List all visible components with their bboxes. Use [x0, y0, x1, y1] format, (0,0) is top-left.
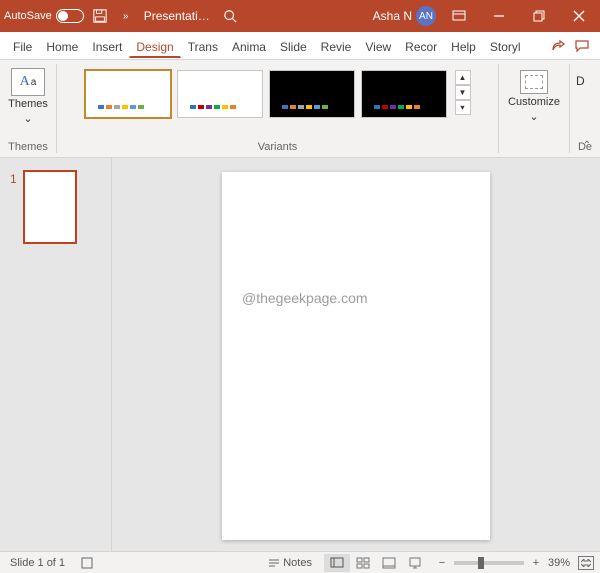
group-label-variants: Variants	[258, 141, 298, 155]
user-name-label: Asha N	[373, 9, 412, 23]
tab-file[interactable]: File	[6, 33, 39, 59]
restore-button[interactable]	[522, 0, 556, 32]
variant-scroll-up[interactable]: ▲	[455, 70, 471, 85]
tab-home[interactable]: Home	[39, 33, 85, 59]
variant-4[interactable]	[361, 70, 447, 118]
save-icon[interactable]	[90, 6, 110, 26]
tab-record[interactable]: Recor	[398, 33, 444, 59]
thumbnail-item[interactable]: 1	[10, 170, 111, 244]
toggle-off-icon	[56, 9, 84, 23]
minimize-button[interactable]	[482, 0, 516, 32]
watermark-text: @thegeekpage.com	[242, 290, 368, 306]
ribbon-display-options-icon[interactable]	[442, 0, 476, 32]
slide-number: 1	[10, 170, 17, 244]
collapse-ribbon-icon[interactable]: ⌃	[578, 137, 596, 153]
group-customize: Customize ⌄	[499, 60, 569, 157]
group-themes: Aa Themes ⌄ Themes	[0, 60, 56, 157]
autosave-label: AutoSave	[4, 10, 52, 22]
chevron-down-icon: ⌄	[529, 110, 538, 123]
notes-label: Notes	[283, 557, 312, 569]
variant-more[interactable]: ▾	[455, 100, 471, 115]
account-button[interactable]: Asha N AN	[373, 6, 436, 26]
zoom-out-button[interactable]: −	[436, 557, 448, 569]
chevron-down-icon: ⌄	[23, 112, 32, 125]
view-slideshow-icon[interactable]	[402, 554, 428, 572]
group-label-themes: Themes	[8, 141, 48, 155]
tab-design[interactable]: Design	[129, 33, 180, 58]
tab-insert[interactable]: Insert	[85, 33, 129, 59]
slide-canvas-area[interactable]: @thegeekpage.com	[112, 158, 600, 551]
variant-scroll: ▲ ▼ ▾	[455, 70, 471, 115]
share-icon[interactable]	[546, 34, 570, 58]
tab-animations[interactable]: Anima	[225, 33, 273, 59]
ribbon: Aa Themes ⌄ Themes ▲ ▼ ▾ V	[0, 60, 600, 158]
comments-icon[interactable]	[570, 34, 594, 58]
close-button[interactable]	[562, 0, 596, 32]
zoom-control: − + 39%	[436, 557, 570, 569]
zoom-slider[interactable]	[454, 561, 524, 565]
tab-transitions[interactable]: Trans	[181, 33, 225, 59]
slide-size-icon	[520, 70, 548, 94]
slide-counter-label: Slide 1 of 1	[10, 557, 65, 569]
tab-help[interactable]: Help	[444, 33, 483, 59]
notes-button[interactable]: Notes	[264, 555, 316, 571]
variant-3[interactable]	[269, 70, 355, 118]
zoom-percent[interactable]: 39%	[548, 557, 570, 569]
view-buttons	[324, 554, 428, 572]
autosave-toggle[interactable]: AutoSave	[4, 9, 84, 23]
avatar: AN	[416, 6, 436, 26]
search-icon[interactable]	[220, 6, 240, 26]
themes-button[interactable]: Aa Themes ⌄	[6, 64, 50, 132]
customize-label: Customize	[508, 96, 560, 108]
view-normal-icon[interactable]	[324, 554, 350, 572]
customize-button[interactable]: Customize ⌄	[505, 64, 563, 123]
variant-2[interactable]	[177, 70, 263, 118]
document-title: Presentati…	[144, 9, 210, 23]
view-sorter-icon[interactable]	[350, 554, 376, 572]
designer-button-trunc[interactable]: D	[576, 64, 594, 132]
qat-overflow-icon[interactable]: »	[116, 6, 136, 26]
fit-to-window-icon[interactable]	[578, 556, 594, 570]
variant-1[interactable]	[85, 70, 171, 118]
tab-review[interactable]: Revie	[314, 33, 359, 59]
tab-view[interactable]: View	[358, 33, 398, 59]
tab-slideshow[interactable]: Slide	[273, 33, 314, 59]
slide-counter[interactable]: Slide 1 of 1	[6, 555, 69, 571]
thumbnail-panel: 1	[0, 158, 112, 551]
editor-area: 1 @thegeekpage.com	[0, 158, 600, 551]
accessibility-icon[interactable]	[77, 555, 97, 571]
slide-thumbnail[interactable]	[23, 170, 77, 244]
zoom-slider-knob[interactable]	[478, 557, 484, 569]
view-reading-icon[interactable]	[376, 554, 402, 572]
tab-storyline[interactable]: Storyl	[483, 33, 528, 59]
group-variants: ▲ ▼ ▾ Variants	[57, 60, 498, 157]
title-bar: AutoSave » Presentati… Asha N AN	[0, 0, 600, 32]
slide[interactable]	[222, 172, 490, 540]
themes-icon: Aa	[11, 68, 45, 96]
status-bar: Slide 1 of 1 Notes − + 39%	[0, 551, 600, 573]
variants-gallery: ▲ ▼ ▾	[85, 64, 471, 118]
zoom-in-button[interactable]: +	[530, 557, 542, 569]
themes-label: Themes	[8, 98, 48, 110]
menu-bar: File Home Insert Design Trans Anima Slid…	[0, 32, 600, 60]
variant-scroll-down[interactable]: ▼	[455, 85, 471, 100]
